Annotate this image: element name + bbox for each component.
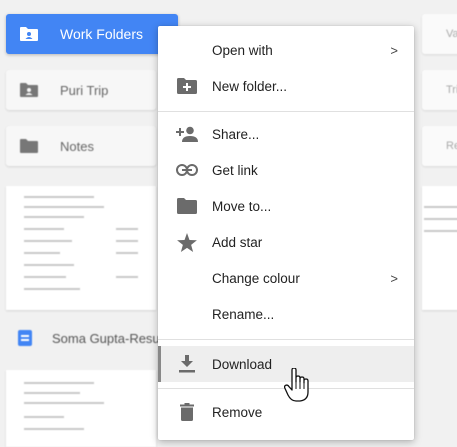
folder-tile-work-folders[interactable]: Work Folders bbox=[6, 14, 178, 54]
menu-item-label: Add star bbox=[212, 234, 263, 250]
new-folder-icon bbox=[176, 75, 198, 97]
menu-item-label: Move to... bbox=[212, 198, 272, 214]
folder-label: Puri Trip bbox=[60, 82, 109, 98]
trash-icon bbox=[176, 401, 198, 423]
folder-icon bbox=[20, 139, 38, 153]
menu-divider bbox=[158, 339, 414, 340]
google-doc-icon bbox=[18, 330, 32, 346]
chevron-right-icon: > bbox=[390, 42, 398, 58]
menu-item-label: Download bbox=[212, 356, 273, 372]
shared-folder-icon bbox=[20, 83, 38, 97]
menu-item-label: Change colour bbox=[212, 270, 300, 286]
menu-item-open-with[interactable]: Open with > bbox=[158, 33, 414, 67]
folder-label: Notes bbox=[60, 138, 94, 154]
file-name: Soma Gupta-Resu bbox=[52, 330, 160, 346]
folder-label: Tripl bbox=[446, 84, 457, 96]
chevron-right-icon: > bbox=[390, 270, 398, 286]
folder-label: Work Folders bbox=[60, 26, 143, 42]
folder-tile-puri-trip[interactable]: Puri Trip bbox=[6, 70, 156, 110]
menu-item-add-star[interactable]: Add star bbox=[158, 225, 414, 259]
folder-tile-right[interactable]: Rec bbox=[422, 126, 457, 166]
menu-item-label: New folder... bbox=[212, 78, 288, 94]
shared-folder-icon bbox=[20, 27, 38, 41]
menu-item-label: Share... bbox=[212, 126, 260, 142]
folder-tile-right[interactable]: Vaca bbox=[422, 14, 457, 54]
hand-pointer-cursor-icon bbox=[284, 368, 309, 402]
file-thumbnail[interactable] bbox=[6, 370, 156, 447]
menu-item-label: Remove bbox=[212, 404, 263, 420]
folder-label: Rec bbox=[446, 140, 457, 152]
file-thumbnail[interactable] bbox=[6, 186, 156, 310]
folder-label: Vaca bbox=[446, 28, 457, 40]
menu-item-label: Get link bbox=[212, 162, 258, 178]
folder-tile-right[interactable]: Tripl bbox=[422, 70, 457, 110]
menu-item-change-colour[interactable]: Change colour > bbox=[158, 261, 414, 295]
menu-item-label: Open with bbox=[212, 42, 273, 58]
link-icon bbox=[176, 159, 198, 181]
folder-tile-notes[interactable]: Notes bbox=[6, 126, 156, 166]
menu-item-label: Rename... bbox=[212, 306, 275, 322]
menu-item-new-folder[interactable]: New folder... bbox=[158, 69, 414, 103]
menu-item-get-link[interactable]: Get link bbox=[158, 153, 414, 187]
menu-item-share[interactable]: Share... bbox=[158, 117, 414, 151]
star-icon bbox=[176, 231, 198, 253]
download-icon bbox=[176, 353, 198, 375]
folder-icon bbox=[176, 195, 198, 217]
share-person-icon bbox=[176, 123, 198, 145]
menu-divider bbox=[158, 111, 414, 112]
menu-item-move-to[interactable]: Move to... bbox=[158, 189, 414, 223]
file-thumbnail[interactable] bbox=[422, 186, 457, 310]
menu-item-rename[interactable]: Rename... bbox=[158, 297, 414, 331]
file-item[interactable]: Soma Gupta-Resu bbox=[18, 330, 160, 346]
